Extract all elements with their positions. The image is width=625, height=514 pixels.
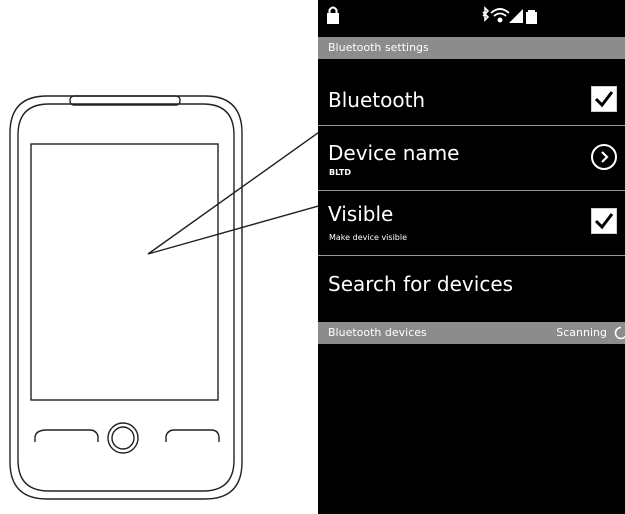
callout-line-lower (147, 205, 318, 255)
check-icon (594, 213, 614, 230)
device-name-value: BLTD (329, 168, 351, 177)
phone-screen (30, 143, 219, 401)
visible-checkbox[interactable] (591, 208, 617, 234)
device-name-label: Device name (328, 141, 460, 165)
header-title: Bluetooth settings (328, 41, 429, 54)
visible-toggle-label: Visible (328, 202, 394, 226)
bluetooth-settings-screen: Bluetooth settings Bluetooth Device name… (318, 0, 625, 514)
bluetooth-toggle-row[interactable]: Bluetooth (318, 60, 625, 125)
scanning-status: Scanning (556, 326, 607, 339)
phone-body-outline (9, 95, 243, 500)
devices-list (318, 344, 625, 514)
visible-toggle-description: Make device visible (329, 233, 408, 242)
bluetooth-settings-header: Bluetooth settings (318, 37, 625, 59)
bluetooth-checkbox[interactable] (591, 86, 617, 112)
chevron-right-icon[interactable] (591, 144, 617, 170)
callout-line-upper (147, 131, 318, 255)
search-devices-row[interactable]: Search for devices (318, 256, 625, 322)
phone-left-key (34, 429, 99, 442)
scanning-spinner-icon (614, 326, 625, 340)
lock-icon (327, 6, 339, 24)
bluetooth-devices-header: Bluetooth devices Scanning (318, 322, 625, 344)
visible-toggle-row[interactable]: Visible Make device visible (318, 191, 625, 255)
phone-illustration (9, 95, 318, 500)
phone-right-key (165, 429, 220, 442)
bluetooth-toggle-label: Bluetooth (328, 88, 426, 112)
devices-header-title: Bluetooth devices (328, 326, 427, 339)
phone-inner-outline (17, 103, 235, 492)
search-devices-label: Search for devices (328, 272, 514, 296)
status-bar (327, 6, 537, 24)
bluetooth-icon (482, 6, 490, 22)
battery-icon (526, 10, 537, 24)
wifi-icon (490, 8, 510, 23)
check-icon (594, 91, 614, 108)
signal-icon (509, 9, 523, 23)
device-name-row[interactable]: Device name BLTD (318, 126, 625, 190)
